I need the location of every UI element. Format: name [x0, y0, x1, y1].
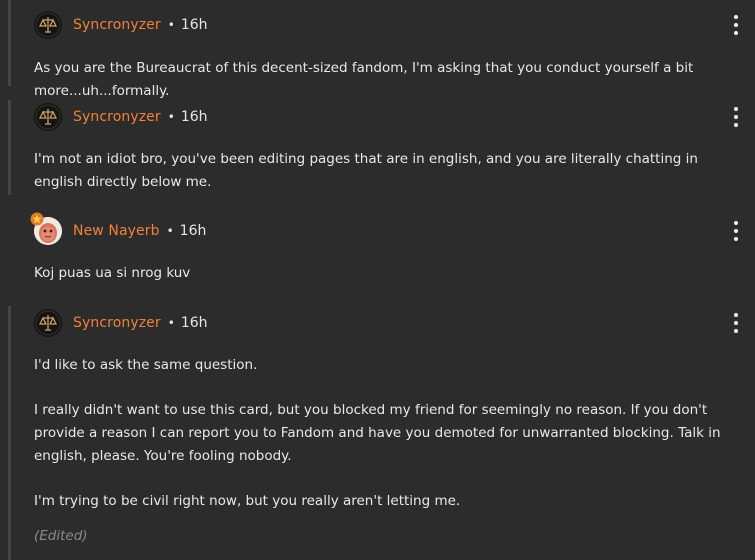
author-name[interactable]: New Nayerb — [73, 223, 160, 239]
comment-paragraph-1: I'd like to ask the same question. — [34, 357, 258, 373]
author-name[interactable]: Syncronyzer — [73, 315, 161, 331]
avatar[interactable] — [34, 103, 62, 131]
comment-text: I'm not an idiot bro, you've been editin… — [34, 151, 698, 190]
timestamp[interactable]: 16h — [181, 17, 208, 33]
timestamp[interactable]: 16h — [181, 109, 208, 125]
more-options-icon[interactable] — [731, 221, 741, 241]
avatar[interactable] — [34, 11, 62, 39]
separator-dot: • — [167, 18, 175, 32]
more-options-icon[interactable] — [731, 313, 741, 333]
separator-dot: • — [167, 110, 175, 124]
comment-header: Syncronyzer • 16h — [34, 102, 208, 132]
timestamp[interactable]: 16h — [180, 223, 207, 239]
comment-text: Koj puas ua si nrog kuv — [34, 265, 191, 281]
comment-paragraph-3: I'm trying to be civil right now, but yo… — [34, 493, 461, 509]
author-name[interactable]: Syncronyzer — [73, 17, 161, 33]
scales-icon — [34, 11, 62, 39]
comment-header: New Nayerb • 16h — [30, 212, 207, 246]
more-options-icon[interactable] — [731, 107, 741, 127]
separator-dot: • — [166, 224, 174, 238]
thread-rail — [8, 0, 11, 86]
author-name[interactable]: Syncronyzer — [73, 109, 161, 125]
comment-3: New Nayerb • 16h Koj puas ua si nrog kuv — [0, 212, 755, 287]
edited-label: (Edited) — [34, 528, 88, 544]
avatar-wrapper — [30, 212, 62, 245]
comment-header: Syncronyzer • 16h — [34, 308, 208, 338]
thread-rail — [8, 100, 11, 195]
separator-dot: • — [167, 316, 175, 330]
avatar[interactable] — [34, 309, 62, 337]
comment-header: Syncronyzer • 16h — [34, 10, 208, 40]
star-badge-icon — [30, 212, 44, 226]
comment-paragraph-2: I really didn't want to use this card, b… — [34, 402, 721, 464]
scales-icon — [34, 309, 62, 337]
comment-1: Syncronyzer • 16h As you are the Bureauc… — [0, 0, 755, 99]
more-options-icon[interactable] — [731, 15, 741, 35]
comment-text: As you are the Bureaucrat of this decent… — [34, 60, 694, 99]
thread-rail — [8, 306, 11, 560]
timestamp[interactable]: 16h — [181, 315, 208, 331]
comment-2: Syncronyzer • 16h I'm not an idiot bro, … — [0, 100, 755, 195]
comment-4: Syncronyzer • 16h I'd like to ask the sa… — [0, 306, 755, 560]
scales-icon — [34, 103, 62, 131]
